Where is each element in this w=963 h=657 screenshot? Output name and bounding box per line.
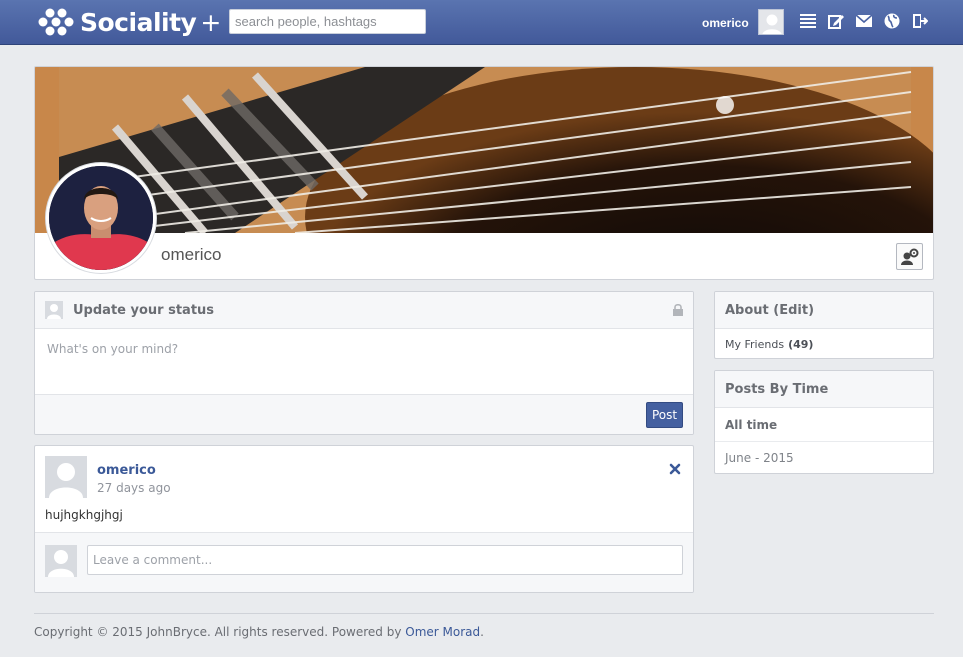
search-input[interactable] [229,9,426,34]
footer-period: . [480,625,484,639]
friends-count: (49) [788,337,814,351]
mail-icon[interactable] [855,12,873,30]
cover-photo [35,67,933,233]
footer-divider [34,613,934,614]
posts-by-time-panel: Posts By Time All time June - 2015 [714,370,934,474]
globe-icon[interactable] [883,12,901,30]
top-navbar: Sociality+ omerico [0,0,963,45]
default-avatar-icon [759,10,783,34]
app-logo[interactable]: Sociality + [38,6,221,38]
status-title: Update your status [73,302,215,318]
post-timestamp: 27 days ago [97,481,171,495]
status-input[interactable] [35,329,693,395]
nav-avatar[interactable] [758,9,784,35]
user-settings-icon [900,248,918,265]
about-panel: About (Edit) My Friends (49) [714,291,934,359]
list-icon[interactable] [799,12,817,30]
time-filter-all[interactable]: All time [715,408,933,441]
feed-post: omerico 27 days ago hujhgkhgjhgj [34,445,694,593]
post-author-avatar[interactable] [45,456,87,498]
footer-author-link[interactable]: Omer Morad [405,625,480,639]
profile-name: omerico [161,245,222,264]
profile-picture[interactable] [46,163,156,273]
user-settings-button[interactable] [896,243,923,270]
logout-icon[interactable] [911,12,929,30]
close-icon[interactable] [669,463,681,475]
friends-label: My Friends [725,337,785,351]
comment-section [35,532,693,592]
my-friends-link[interactable]: My Friends (49) [715,329,933,358]
people-icon [38,8,74,36]
footer-copyright: Copyright © 2015 JohnBryce. All rights r… [34,625,402,639]
app-name: Sociality + [80,7,221,37]
about-title[interactable]: About (Edit) [725,303,814,318]
comment-input[interactable] [87,545,683,575]
posts-by-time-title: Posts By Time [725,381,829,397]
lock-icon[interactable] [673,304,683,316]
edit-icon[interactable] [827,12,845,30]
post-body: hujhgkhgjhgj [45,508,123,522]
comment-avatar [45,545,77,577]
profile-cover-card: omerico [34,66,934,280]
composer-avatar [45,301,63,319]
time-filter-june-2015[interactable]: June - 2015 [715,441,933,473]
status-composer: Update your status Post [34,291,694,435]
post-button[interactable]: Post [646,402,683,428]
nav-username[interactable]: omerico [702,16,749,30]
post-author-name[interactable]: omerico [97,463,156,478]
footer: Copyright © 2015 JohnBryce. All rights r… [34,625,484,639]
